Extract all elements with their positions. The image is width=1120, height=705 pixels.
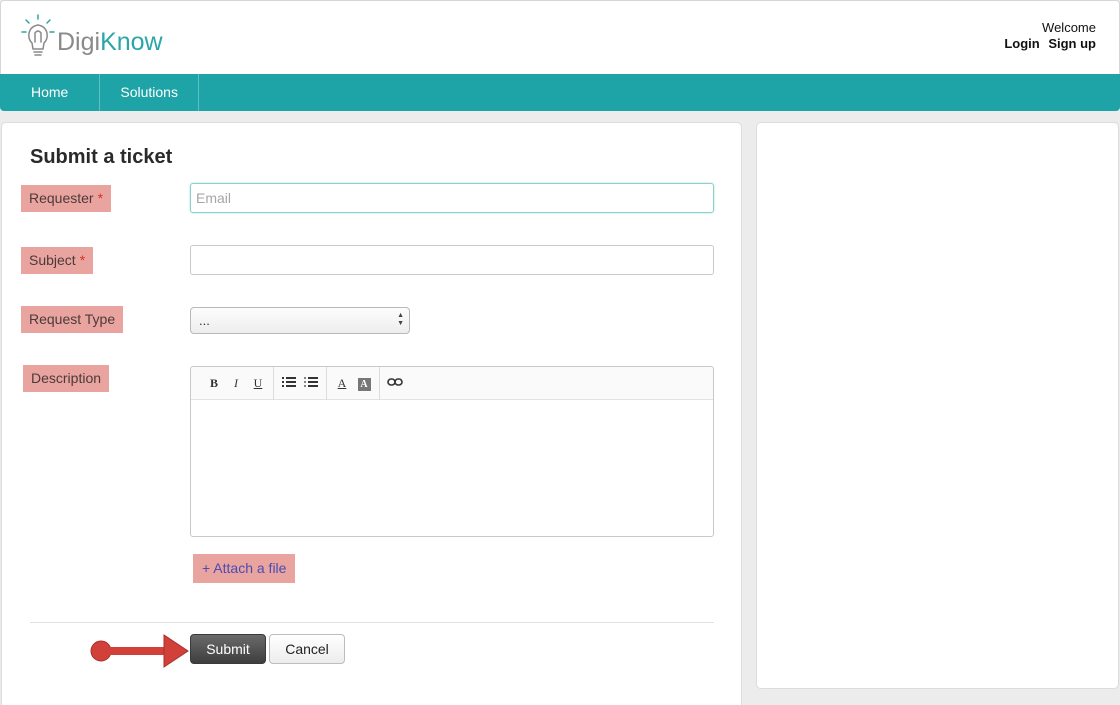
signup-link[interactable]: Sign up <box>1048 36 1096 51</box>
request-type-label-text: Request Type <box>29 311 116 327</box>
page-title: Submit a ticket <box>30 146 173 168</box>
toolbar-group-lists <box>274 366 327 400</box>
logo-text-know: Know <box>100 28 163 56</box>
request-type-label: Request Type <box>21 306 124 333</box>
required-mark: * <box>79 252 86 268</box>
italic-button[interactable]: I <box>225 372 247 394</box>
description-label-text: Description <box>31 370 102 386</box>
logo-text-digi: Digi <box>57 28 101 56</box>
required-mark: * <box>97 190 104 206</box>
description-textarea[interactable] <box>191 400 713 536</box>
requester-email-input[interactable] <box>190 183 714 213</box>
toolbar-group-link <box>380 367 410 400</box>
subject-input[interactable] <box>190 245 714 275</box>
bulleted-list-icon[interactable] <box>278 372 300 394</box>
toolbar-group-format: B I U <box>199 366 274 400</box>
background-color-icon: A <box>357 378 371 391</box>
lightbulb-icon <box>21 14 55 56</box>
submit-button[interactable]: Submit <box>190 634 266 664</box>
select-arrows-icon: ▲ ▼ <box>397 312 404 327</box>
description-editor: B I U A A <box>190 366 714 537</box>
main-nav: Home Solutions <box>0 74 1120 111</box>
attach-file-link[interactable]: + Attach a file <box>193 554 296 583</box>
request-type-selected-value: ... <box>199 313 210 328</box>
description-label: Description <box>23 365 110 392</box>
requester-label: Requester * <box>21 185 112 212</box>
form-divider <box>30 622 714 623</box>
sidebar-panel <box>756 122 1119 689</box>
subject-label: Subject * <box>21 247 94 274</box>
editor-toolbar: B I U A A <box>191 366 713 400</box>
nav-item-home[interactable]: Home <box>0 74 101 111</box>
site-header: DigiKnow Welcome Login Sign up <box>0 0 1120 74</box>
subject-label-text: Subject <box>29 252 76 268</box>
bold-button[interactable]: B <box>203 372 225 394</box>
logo[interactable]: DigiKnow <box>21 13 163 57</box>
toolbar-group-colors: A A <box>327 366 380 400</box>
user-area: Welcome Login Sign up <box>1004 20 1096 52</box>
background-color-button[interactable]: A <box>353 372 375 394</box>
link-icon[interactable] <box>384 372 406 394</box>
cancel-button[interactable]: Cancel <box>269 634 345 664</box>
underline-button[interactable]: U <box>247 372 269 394</box>
auth-links: Login Sign up <box>1004 36 1096 52</box>
logo-text: DigiKnow <box>57 30 163 55</box>
requester-label-text: Requester <box>29 190 94 206</box>
login-link[interactable]: Login <box>1004 36 1039 51</box>
numbered-list-icon[interactable] <box>300 372 322 394</box>
nav-item-solutions[interactable]: Solutions <box>100 74 199 111</box>
font-color-button[interactable]: A <box>331 372 353 394</box>
ticket-form-panel: Submit a ticket Requester* Subject* Requ… <box>1 122 742 705</box>
request-type-select[interactable]: ... ▲ ▼ <box>190 307 410 334</box>
annotation-arrow-icon <box>90 634 189 668</box>
welcome-text: Welcome <box>1042 20 1096 35</box>
